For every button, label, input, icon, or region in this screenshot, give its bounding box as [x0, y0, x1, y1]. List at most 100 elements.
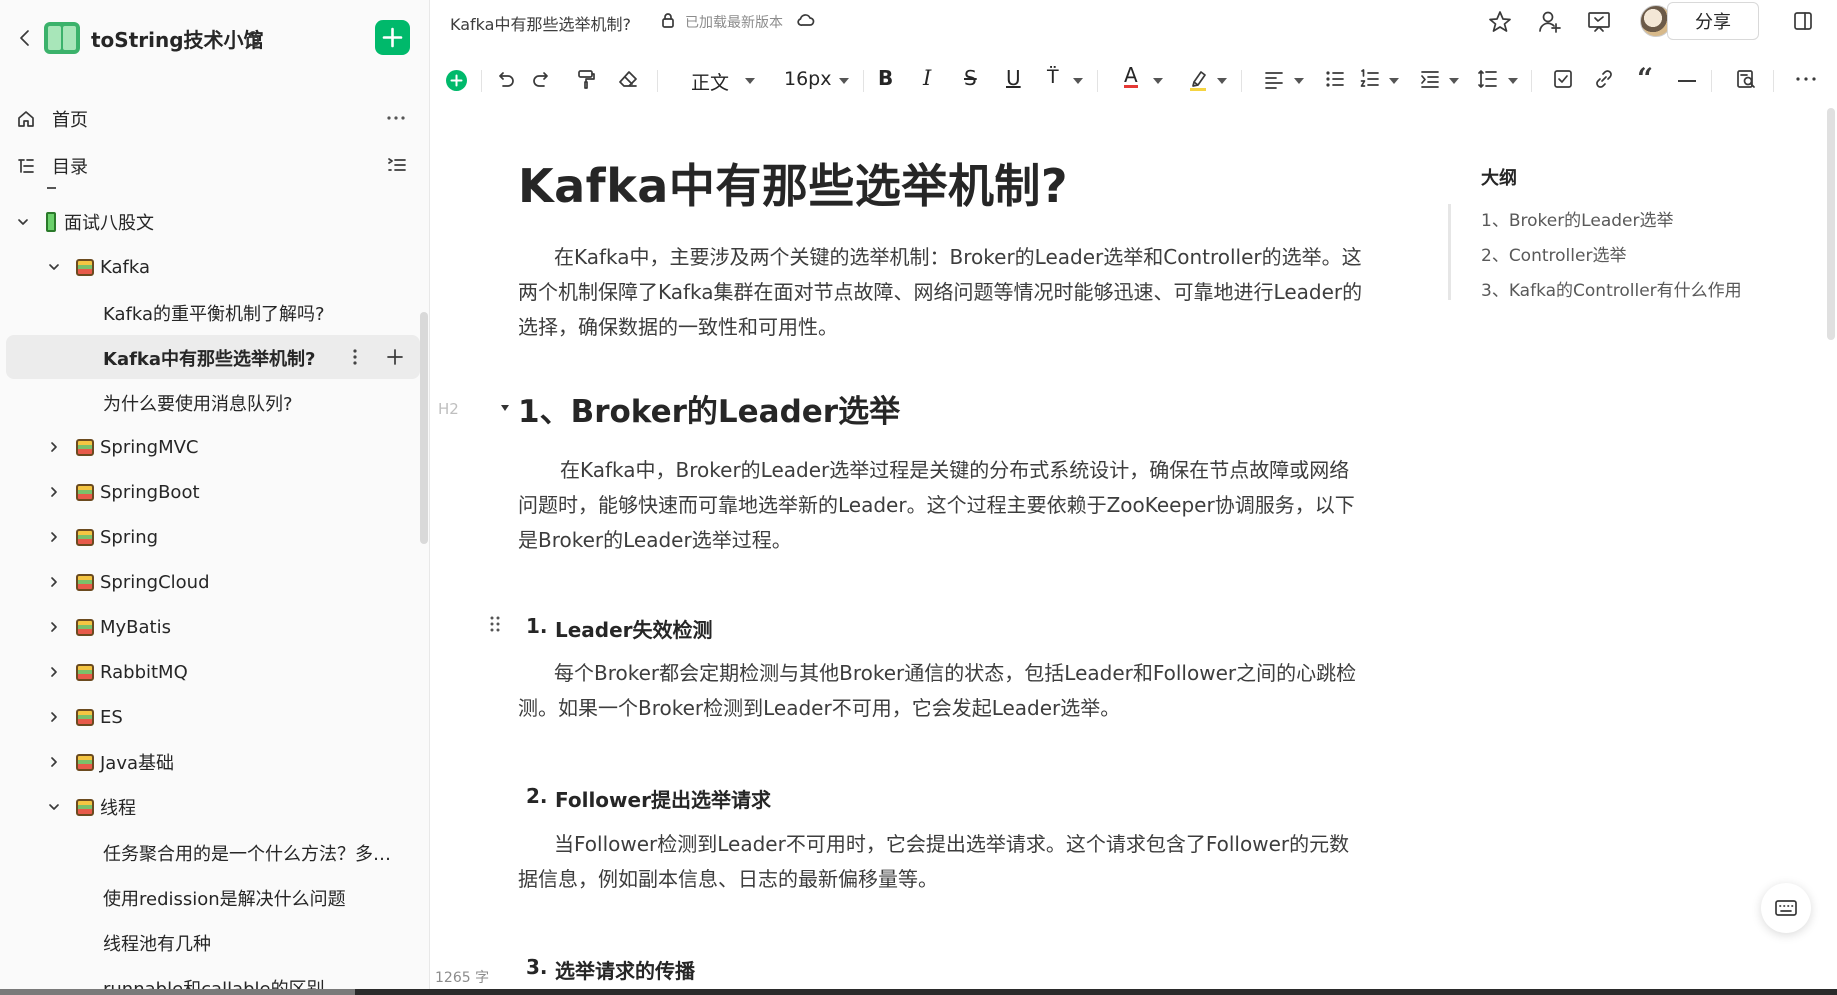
tree-item-kafka[interactable]: Kafka [6, 245, 420, 289]
document-title[interactable]: Kafka中有那些选举机制? [518, 150, 1068, 216]
align-left-icon[interactable] [1263, 68, 1285, 90]
chevron-down-icon[interactable] [1153, 78, 1163, 84]
chevron-down-icon[interactable] [1217, 78, 1227, 84]
tree-leaf[interactable]: Kafka的重平衡机制了解吗? [6, 290, 420, 334]
strikethrough-icon[interactable]: S [964, 66, 977, 90]
chevron-right-icon[interactable] [46, 439, 62, 455]
italic-icon[interactable]: I [923, 66, 931, 90]
numbered-list-icon[interactable] [1359, 68, 1381, 90]
share-button[interactable]: 分享 [1667, 2, 1759, 40]
tree-item-label: Kafka的重平衡机制了解吗? [103, 304, 325, 325]
sub-1-paragraph[interactable]: 每个Broker都会定期检测与其他Broker通信的状态，包括Leader和Fo… [518, 656, 1368, 726]
tree-item-springcloud[interactable]: SpringCloud [6, 560, 420, 604]
tree-item-label: 为什么要使用消息队列? [103, 394, 293, 415]
tree-item-interview[interactable]: 面试八股文 [6, 200, 420, 244]
tree-item-es[interactable]: ES [6, 695, 420, 739]
text-effect-icon[interactable]: T̈ [1047, 66, 1059, 88]
redo-icon[interactable] [531, 68, 553, 90]
sub-heading-1[interactable]: Leader失效检测 [555, 614, 713, 643]
tree-leaf[interactable]: 线程池有几种 [6, 920, 420, 964]
horizontal-rule-icon[interactable] [1678, 80, 1696, 82]
more-vertical-icon[interactable] [351, 347, 359, 367]
keyboard-shortcut-button[interactable] [1761, 883, 1811, 933]
back-icon[interactable] [18, 28, 32, 48]
clear-format-icon[interactable] [617, 68, 639, 90]
knowledge-base-title[interactable]: toString技术小馆 [91, 24, 264, 53]
bullet-list-icon[interactable] [1324, 68, 1346, 90]
chevron-down-icon[interactable] [1073, 78, 1083, 84]
tree-item-rabbitmq[interactable]: RabbitMQ [6, 650, 420, 694]
tree-item-spring[interactable]: Spring [6, 515, 420, 559]
font-color-icon[interactable]: A [1124, 65, 1138, 88]
chevron-right-icon[interactable] [46, 619, 62, 635]
side-panel-icon[interactable] [1792, 10, 1814, 32]
chevron-right-icon[interactable] [46, 574, 62, 590]
drag-handle-icon[interactable] [489, 614, 501, 634]
chevron-down-icon[interactable] [1294, 78, 1304, 84]
highlight-icon[interactable] [1187, 68, 1209, 92]
link-icon[interactable] [1593, 68, 1615, 90]
search-replace-icon[interactable] [1735, 68, 1757, 90]
indent-icon[interactable] [1419, 68, 1441, 90]
tree-leaf-active[interactable]: Kafka中有那些选举机制? [6, 335, 420, 379]
insert-block-button[interactable] [446, 70, 467, 91]
chevron-right-icon[interactable] [46, 709, 62, 725]
collapse-icon[interactable] [499, 403, 511, 413]
tree-item-springmvc[interactable]: SpringMVC [6, 425, 420, 469]
horizontal-scrollbar[interactable] [0, 989, 355, 995]
add-collaborator-icon[interactable] [1537, 9, 1563, 35]
catalog-icon [16, 156, 36, 176]
nav-home[interactable]: 首页 [14, 99, 414, 139]
format-painter-icon[interactable] [575, 68, 597, 90]
chevron-down-icon[interactable] [46, 799, 62, 815]
catalog-expand-icon[interactable] [387, 155, 407, 175]
outline-item[interactable]: 2、Controller选举 [1481, 241, 1626, 266]
tree-item-mybatis[interactable]: MyBatis [6, 605, 420, 649]
chevron-right-icon[interactable] [46, 484, 62, 500]
tree-item-thread[interactable]: 线程 [6, 785, 420, 829]
chevron-right-icon[interactable] [46, 664, 62, 680]
more-icon[interactable] [1794, 68, 1818, 90]
tree-item-java-basics[interactable]: Java基础 [6, 740, 420, 784]
paragraph-style-select[interactable]: 正文 [691, 68, 729, 95]
lock-icon [246, 30, 260, 46]
checkbox-icon[interactable] [1552, 68, 1574, 90]
content-scrollbar[interactable] [1827, 108, 1835, 340]
undo-icon[interactable] [494, 68, 516, 90]
sidebar-scrollbar[interactable] [420, 312, 428, 544]
chevron-right-icon[interactable] [46, 754, 62, 770]
tree-leaf[interactable]: 任务聚合用的是一个什么方法？多线... [6, 830, 420, 874]
quote-icon[interactable]: “ [1637, 62, 1653, 95]
tree-leaf[interactable]: 为什么要使用消息队列? [6, 380, 420, 424]
nav-catalog[interactable]: 目录 [14, 146, 414, 186]
chevron-down-icon[interactable] [1508, 78, 1518, 84]
chevron-down-icon[interactable] [1449, 78, 1459, 84]
chevron-down-icon[interactable] [745, 78, 755, 84]
add-child-icon[interactable] [385, 347, 405, 367]
sub-heading-2[interactable]: Follower提出选举请求 [555, 784, 771, 813]
line-spacing-icon[interactable] [1477, 68, 1499, 90]
tree-item-label: Spring [100, 526, 159, 548]
chevron-down-icon[interactable] [839, 78, 849, 84]
presentation-icon[interactable] [1586, 9, 1612, 35]
underline-icon[interactable]: U [1006, 66, 1021, 90]
sub-2-paragraph[interactable]: 当Follower检测到Leader不可用时，它会提出选举请求。这个请求包含了F… [518, 827, 1368, 897]
outline-item[interactable]: 1、Broker的Leader选举 [1481, 206, 1673, 231]
toolbar-divider [1241, 70, 1242, 92]
outline-item[interactable]: 3、Kafka的Controller有什么作用 [1481, 276, 1742, 301]
new-doc-button[interactable] [375, 20, 410, 55]
chevron-right-icon[interactable] [46, 529, 62, 545]
tree-item-springboot[interactable]: SpringBoot [6, 470, 420, 514]
chevron-down-icon[interactable] [15, 214, 31, 230]
section-1-paragraph[interactable]: 在Kafka中，Broker的Leader选举过程是关键的分布式系统设计，确保在… [518, 453, 1368, 558]
tree-leaf[interactable]: 使用redission是解决什么问题 [6, 875, 420, 919]
more-icon[interactable] [386, 108, 406, 128]
sub-heading-3[interactable]: 选举请求的传播 [555, 955, 695, 984]
intro-paragraph[interactable]: 在Kafka中，主要涉及两个关键的选举机制：Broker的Leader选举和Co… [518, 240, 1368, 345]
font-size-select[interactable]: 16px [784, 68, 831, 90]
chevron-down-icon[interactable] [46, 259, 62, 275]
section-1-heading[interactable]: 1、Broker的Leader选举 [518, 386, 900, 431]
star-icon[interactable] [1487, 9, 1513, 35]
chevron-down-icon[interactable] [1389, 78, 1399, 84]
bold-icon[interactable]: B [878, 66, 893, 90]
